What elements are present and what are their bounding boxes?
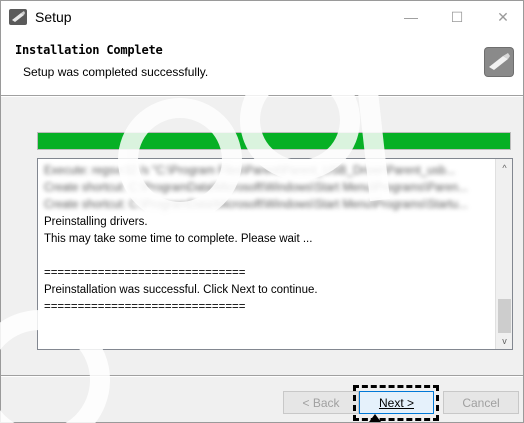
wizard-header: Installation Complete Setup was complete… [1, 33, 523, 95]
back-button[interactable]: < Back [283, 391, 359, 414]
progress-fill [38, 133, 510, 149]
app-icon [9, 9, 27, 25]
header-separator [1, 95, 523, 97]
setup-window: Setup — ☐ ✕ Installation Complete Setup … [0, 0, 524, 423]
next-button-label: Next > [378, 395, 414, 410]
cancel-button-label: Cancel [462, 395, 500, 410]
log-line: ============================== [44, 301, 246, 313]
log-line-blurred: Create shortcut: C:\ProgramData\Microsof… [44, 182, 468, 194]
log-lines: Execute: regsvr32 /s "C:\Program Files\P… [44, 163, 492, 316]
back-button-label: < Back [302, 395, 340, 410]
cancel-button[interactable]: Cancel [443, 391, 519, 414]
log-line-blurred: Create shortcut: C:\ProgramData\Microsof… [44, 199, 468, 211]
log-scrollbar[interactable]: ^ v [495, 159, 512, 349]
page-subtitle: Setup was completed successfully. [23, 65, 209, 79]
title-bar[interactable]: Setup — ☐ ✕ [1, 1, 523, 33]
close-button[interactable]: ✕ [480, 1, 523, 33]
setup-logo-icon [484, 47, 514, 77]
log-line-blurred: Execute: regsvr32 /s "C:\Program Files\P… [44, 165, 456, 177]
install-log[interactable]: Execute: regsvr32 /s "C:\Program Files\P… [37, 158, 513, 350]
minimize-button[interactable]: — [388, 1, 434, 33]
log-line: Preinstalling drivers. [44, 216, 148, 228]
log-line: ============================== [44, 267, 246, 279]
scroll-down-arrow-icon[interactable]: v [496, 332, 512, 349]
window-title: Setup [35, 9, 72, 25]
page-title: Installation Complete [15, 43, 163, 57]
log-line: This may take some time to complete. Ple… [44, 233, 313, 245]
maximize-button[interactable]: ☐ [434, 1, 480, 33]
scroll-up-arrow-icon[interactable]: ^ [496, 159, 512, 176]
install-progress-bar [37, 132, 511, 150]
pointer-arrow-icon [369, 414, 381, 422]
footer-separator [1, 375, 523, 377]
scroll-thumb[interactable] [498, 299, 511, 333]
log-line: Preinstallation was successful. Click Ne… [44, 284, 318, 296]
next-button[interactable]: Next > [359, 391, 434, 414]
